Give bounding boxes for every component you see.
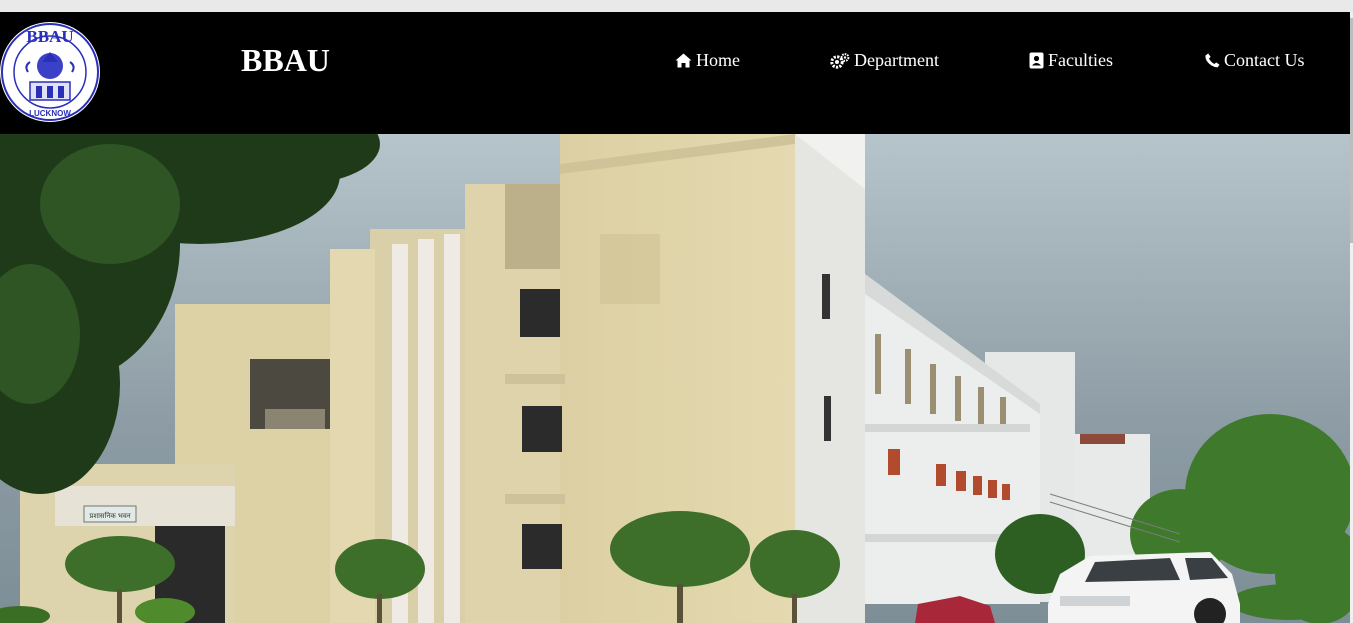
nav-contact-us-label: Contact Us [1224, 50, 1305, 70]
home-icon [675, 53, 692, 68]
gears-icon [830, 52, 850, 69]
campus-building-image: प्रशासनिक भवन [0, 134, 1350, 623]
nav-home[interactable]: Home [675, 50, 740, 71]
nav-department[interactable]: Department [830, 50, 939, 71]
browser-top-strip [0, 0, 1353, 12]
nav-faculties[interactable]: Faculties [1029, 50, 1113, 71]
hero-banner: प्रशासनिक भवन [0, 134, 1350, 623]
phone-icon [1205, 53, 1220, 68]
site-header: BBAU LUCKNOW BBAU Home Department Facult… [0, 12, 1350, 134]
building-sign-text: प्रशासनिक भवन [89, 511, 130, 520]
nav-home-label: Home [696, 50, 740, 70]
address-book-icon [1029, 52, 1044, 69]
nav-department-label: Department [854, 50, 939, 70]
main-nav: Home Department Faculties Contact Us [0, 12, 1350, 134]
nav-contact-us[interactable]: Contact Us [1205, 50, 1305, 71]
nav-faculties-label: Faculties [1048, 50, 1113, 70]
